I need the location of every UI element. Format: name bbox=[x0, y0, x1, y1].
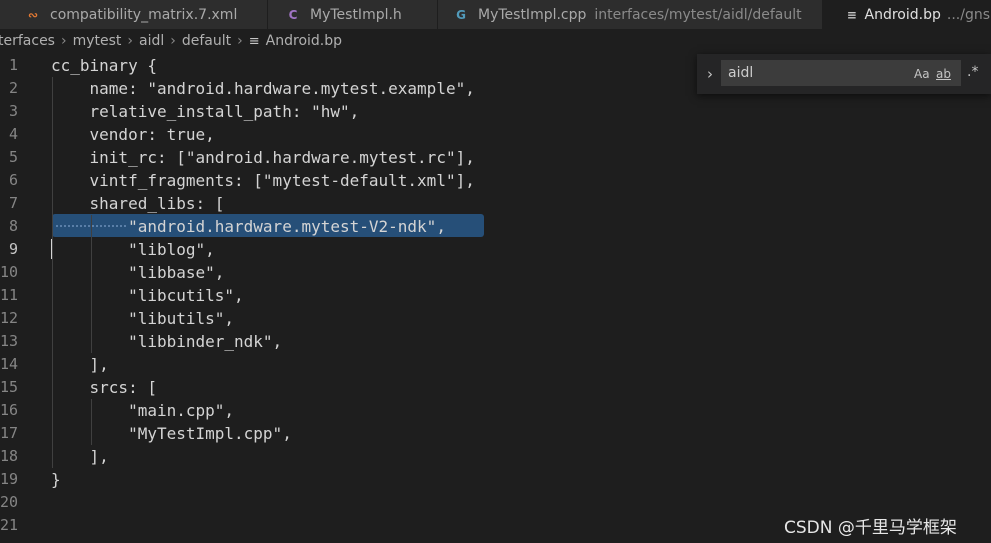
line-number: 18 bbox=[0, 447, 19, 465]
code-line[interactable]: "android.hardware.mytest-V2-ndk", bbox=[51, 215, 446, 238]
tab-mytestimpl-cpp[interactable]: G MyTestImpl.cpp interfaces/mytest/aidl/… bbox=[438, 0, 823, 29]
chevron-right-icon: › bbox=[170, 33, 176, 49]
line-number: 5 bbox=[8, 148, 18, 166]
chevron-right-icon: › bbox=[237, 33, 243, 49]
code-line[interactable]: "liblog", bbox=[51, 238, 215, 261]
match-case-icon[interactable]: Aa bbox=[914, 66, 930, 82]
code-line[interactable]: cc_binary { bbox=[51, 54, 157, 77]
code-line[interactable]: "libbinder_ndk", bbox=[51, 330, 282, 353]
code-line[interactable]: ], bbox=[51, 353, 109, 376]
lines-file-icon: ≡ bbox=[248, 33, 260, 49]
lines-file-icon: ≡ bbox=[846, 7, 857, 22]
line-number: 20 bbox=[0, 493, 19, 511]
c-file-icon: C bbox=[288, 7, 298, 22]
line-number: 17 bbox=[0, 424, 19, 442]
line-number: 10 bbox=[0, 263, 19, 281]
tab-description: .../gns bbox=[946, 6, 990, 23]
find-input[interactable] bbox=[728, 65, 908, 81]
code-line[interactable]: "libbase", bbox=[51, 261, 224, 284]
line-number: 7 bbox=[8, 194, 18, 212]
chevron-right-icon: › bbox=[60, 33, 67, 49]
tab-compatibility-matrix[interactable]: ∾ compatibility_matrix.7.xml bbox=[0, 0, 268, 29]
code-line[interactable]: } bbox=[51, 468, 61, 491]
code-line[interactable]: "MyTestImpl.cpp", bbox=[51, 422, 292, 445]
tab-mytestimpl-h[interactable]: C MyTestImpl.h bbox=[268, 0, 438, 29]
tab-label: Android.bp bbox=[864, 6, 941, 23]
breadcrumb-item[interactable]: default bbox=[182, 33, 231, 49]
line-number: 14 bbox=[0, 355, 19, 373]
breadcrumb-item[interactable]: Android.bp bbox=[266, 33, 342, 49]
tab-android-bp[interactable]: ≡ Android.bp .../gns bbox=[823, 0, 991, 29]
cpp-file-icon: G bbox=[456, 7, 466, 22]
code-line[interactable]: "libutils", bbox=[51, 307, 234, 330]
watermark: CSDN @千里马学框架 bbox=[784, 518, 957, 538]
chevron-right-icon: › bbox=[127, 33, 134, 49]
line-number: 12 bbox=[0, 309, 19, 327]
code-line[interactable]: vendor: true, bbox=[51, 123, 215, 146]
line-number: 6 bbox=[8, 171, 18, 189]
code-line[interactable]: relative_install_path: "hw", bbox=[51, 100, 360, 123]
code-line[interactable]: init_rc: ["android.hardware.mytest.rc"], bbox=[51, 146, 475, 169]
code-line[interactable]: srcs: [ bbox=[51, 376, 157, 399]
line-number: 13 bbox=[0, 332, 19, 350]
breadcrumb-item[interactable]: aidl bbox=[139, 33, 164, 49]
tab-bar: ∾ compatibility_matrix.7.xml C MyTestImp… bbox=[0, 0, 991, 29]
breadcrumb-item[interactable]: mytest bbox=[73, 33, 122, 49]
code-line[interactable]: vintf_fragments: ["mytest-default.xml"], bbox=[51, 169, 475, 192]
tab-label: MyTestImpl.cpp bbox=[478, 6, 587, 23]
regex-icon[interactable]: .* bbox=[967, 64, 978, 80]
line-number: 16 bbox=[0, 401, 19, 419]
rss-icon: ∾ bbox=[27, 7, 39, 22]
tab-label: MyTestImpl.h bbox=[310, 6, 402, 23]
line-number: 8 bbox=[8, 217, 18, 235]
breadcrumb-item[interactable]: terfaces bbox=[0, 33, 55, 49]
line-number: 21 bbox=[0, 516, 19, 534]
code-line[interactable]: ], bbox=[51, 445, 109, 468]
line-number: 4 bbox=[8, 125, 18, 143]
find-widget: › Aa ab .* bbox=[697, 54, 991, 94]
code-editor[interactable]: 1 2 3 4 5 6 7 8 9 10 11 12 13 14 15 16 17 18 19 20 21 cc_bin… bbox=[0, 53, 991, 543]
code-line[interactable]: "libcutils", bbox=[51, 284, 244, 307]
whole-word-icon[interactable]: ab bbox=[936, 66, 951, 82]
code-line[interactable]: shared_libs: [ bbox=[51, 192, 225, 215]
code-line[interactable]: name: "android.hardware.mytest.example", bbox=[51, 77, 475, 100]
find-input-box: Aa ab bbox=[721, 60, 961, 86]
chevron-right-icon[interactable]: › bbox=[703, 64, 717, 84]
line-number: 19 bbox=[0, 470, 19, 488]
line-number: 3 bbox=[8, 102, 18, 120]
line-number: 1 bbox=[8, 56, 18, 74]
line-number: 9 bbox=[8, 240, 18, 258]
code-line[interactable]: "main.cpp", bbox=[51, 399, 234, 422]
breadcrumb: terfaces › mytest › aidl › default › ≡ A… bbox=[0, 29, 991, 53]
line-number: 11 bbox=[0, 286, 19, 304]
line-number: 2 bbox=[8, 79, 18, 97]
tab-description: interfaces/mytest/aidl/default bbox=[594, 6, 802, 23]
line-number: 15 bbox=[0, 378, 19, 396]
tab-label: compatibility_matrix.7.xml bbox=[50, 6, 238, 23]
